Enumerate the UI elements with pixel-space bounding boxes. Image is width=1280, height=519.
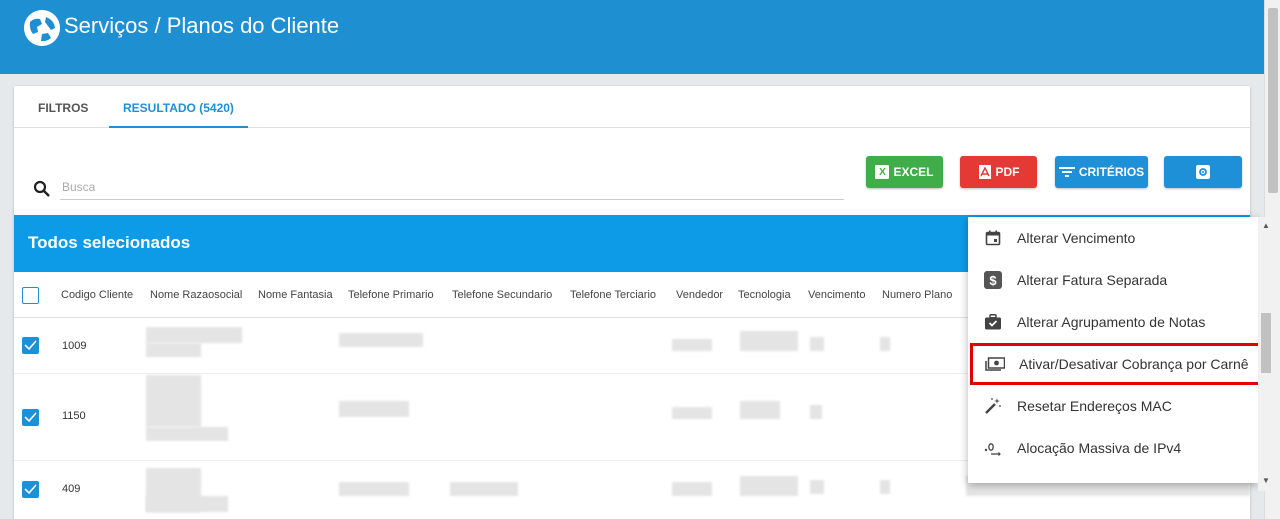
col-telefone-primario[interactable]: Telefone Primario	[348, 272, 434, 318]
search-icon	[33, 180, 50, 197]
globe-logo-icon	[24, 10, 60, 46]
magic-wand-icon	[983, 397, 1003, 415]
redacted-cell	[810, 480, 824, 494]
redacted-cell	[339, 333, 423, 347]
banner-text: Todos selecionados	[28, 233, 191, 252]
tab-bar: FILTROS RESULTADO (5420)	[14, 86, 1250, 128]
menu-item-ativar-desativar-carne[interactable]: Ativar/Desativar Cobrança por Carnê	[970, 343, 1262, 385]
pdf-icon	[978, 165, 991, 179]
col-telefone-terciario[interactable]: Telefone Terciario	[570, 272, 656, 318]
cell-codigo: 409	[62, 483, 81, 495]
actions-menu: Alterar Vencimento $ Alterar Fatura Sepa…	[968, 217, 1262, 483]
menu-item-label: Resetar Endereços MAC	[1017, 398, 1172, 414]
redacted-cell	[672, 339, 712, 351]
menu-item-label: Alterar Vencimento	[1017, 230, 1136, 246]
pdf-button[interactable]: PDF	[960, 156, 1037, 188]
redacted-cell	[740, 401, 780, 419]
criteria-button-label: CRITÉRIOS	[1078, 165, 1145, 179]
col-codigo-cliente[interactable]: Codigo Cliente	[61, 272, 133, 318]
redacted-cell	[450, 482, 518, 496]
redacted-cell	[339, 401, 409, 417]
calendar-icon	[983, 229, 1003, 247]
search-input[interactable]	[60, 174, 844, 200]
cell-codigo: 1009	[62, 340, 87, 352]
tab-filtros[interactable]: FILTROS	[38, 86, 88, 128]
redacted-cell	[672, 482, 712, 496]
menu-item-alterar-vencimento[interactable]: Alterar Vencimento	[968, 217, 1258, 259]
page-title: Serviços / Planos do Cliente	[64, 13, 340, 38]
col-vendedor[interactable]: Vendedor	[676, 272, 723, 318]
page-scrollbar-thumb[interactable]	[1268, 8, 1278, 193]
redacted-cell	[740, 331, 798, 351]
pdf-button-label: PDF	[995, 165, 1020, 179]
tab-resultado[interactable]: RESULTADO (5420)	[109, 86, 248, 128]
select-all-checkbox[interactable]	[22, 287, 39, 304]
col-vencimento[interactable]: Vencimento	[808, 272, 865, 318]
col-tecnologia[interactable]: Tecnologia	[738, 272, 791, 318]
col-telefone-secundario[interactable]: Telefone Secundario	[452, 272, 552, 318]
scroll-down-arrow-icon[interactable]: ▼	[1262, 476, 1270, 485]
briefcase-check-icon	[983, 313, 1003, 331]
ip-decimal-icon	[983, 439, 1003, 457]
redacted-cell	[740, 476, 798, 496]
excel-icon: X	[875, 165, 890, 179]
redacted-cell	[880, 337, 890, 351]
app-header: Serviços / Planos do Cliente	[0, 0, 1264, 74]
menu-item-label: Alterar Agrupamento de Notas	[1017, 314, 1206, 330]
menu-scrollbar[interactable]: ▲ ▼	[1258, 217, 1274, 491]
redacted-cell	[146, 327, 242, 343]
excel-button-label: EXCEL	[893, 165, 934, 179]
menu-item-resetar-enderecos-mac[interactable]: Resetar Endereços MAC	[968, 385, 1258, 427]
menu-scrollbar-thumb[interactable]	[1261, 313, 1271, 373]
row-checkbox[interactable]	[22, 337, 39, 354]
menu-item-label: Alocação Massiva de IPv4	[1017, 440, 1182, 456]
row-checkbox[interactable]	[22, 481, 39, 498]
col-nome-razaosocial[interactable]: Nome Razaosocial	[150, 272, 242, 318]
redacted-cell	[810, 337, 824, 351]
money-icon	[985, 355, 1005, 373]
menu-item-alterar-fatura-separada[interactable]: $ Alterar Fatura Separada	[968, 259, 1258, 301]
svg-text:$: $	[989, 273, 997, 288]
redacted-cell	[146, 427, 228, 441]
redacted-cell	[672, 407, 712, 419]
criteria-button[interactable]: CRITÉRIOS	[1055, 156, 1148, 188]
dollar-icon: $	[983, 271, 1003, 289]
menu-item-label: Alterar Fatura Separada	[1017, 272, 1168, 288]
menu-item-label: Ativar/Desativar Cobrança por Carnê	[1019, 356, 1249, 372]
col-numero-plano[interactable]: Numero Plano	[882, 272, 952, 318]
redacted-cell	[146, 496, 228, 512]
filter-list-icon	[1058, 167, 1075, 177]
redacted-cell	[339, 482, 409, 496]
redacted-cell	[880, 480, 890, 494]
redacted-cell	[810, 405, 822, 419]
cell-codigo: 1150	[62, 410, 86, 422]
row-checkbox[interactable]	[22, 409, 39, 426]
redacted-cell	[146, 375, 201, 427]
excel-button[interactable]: X EXCEL	[866, 156, 943, 188]
settings-button[interactable]	[1164, 156, 1242, 188]
redacted-cell	[146, 343, 201, 357]
settings-box-icon	[1196, 165, 1210, 179]
scroll-up-arrow-icon[interactable]: ▲	[1262, 221, 1270, 230]
col-nome-fantasia[interactable]: Nome Fantasia	[258, 272, 333, 318]
menu-item-alterar-agrupamento-notas[interactable]: Alterar Agrupamento de Notas	[968, 301, 1258, 343]
menu-item-alocacao-massiva-ipv4[interactable]: Alocação Massiva de IPv4	[968, 427, 1258, 469]
